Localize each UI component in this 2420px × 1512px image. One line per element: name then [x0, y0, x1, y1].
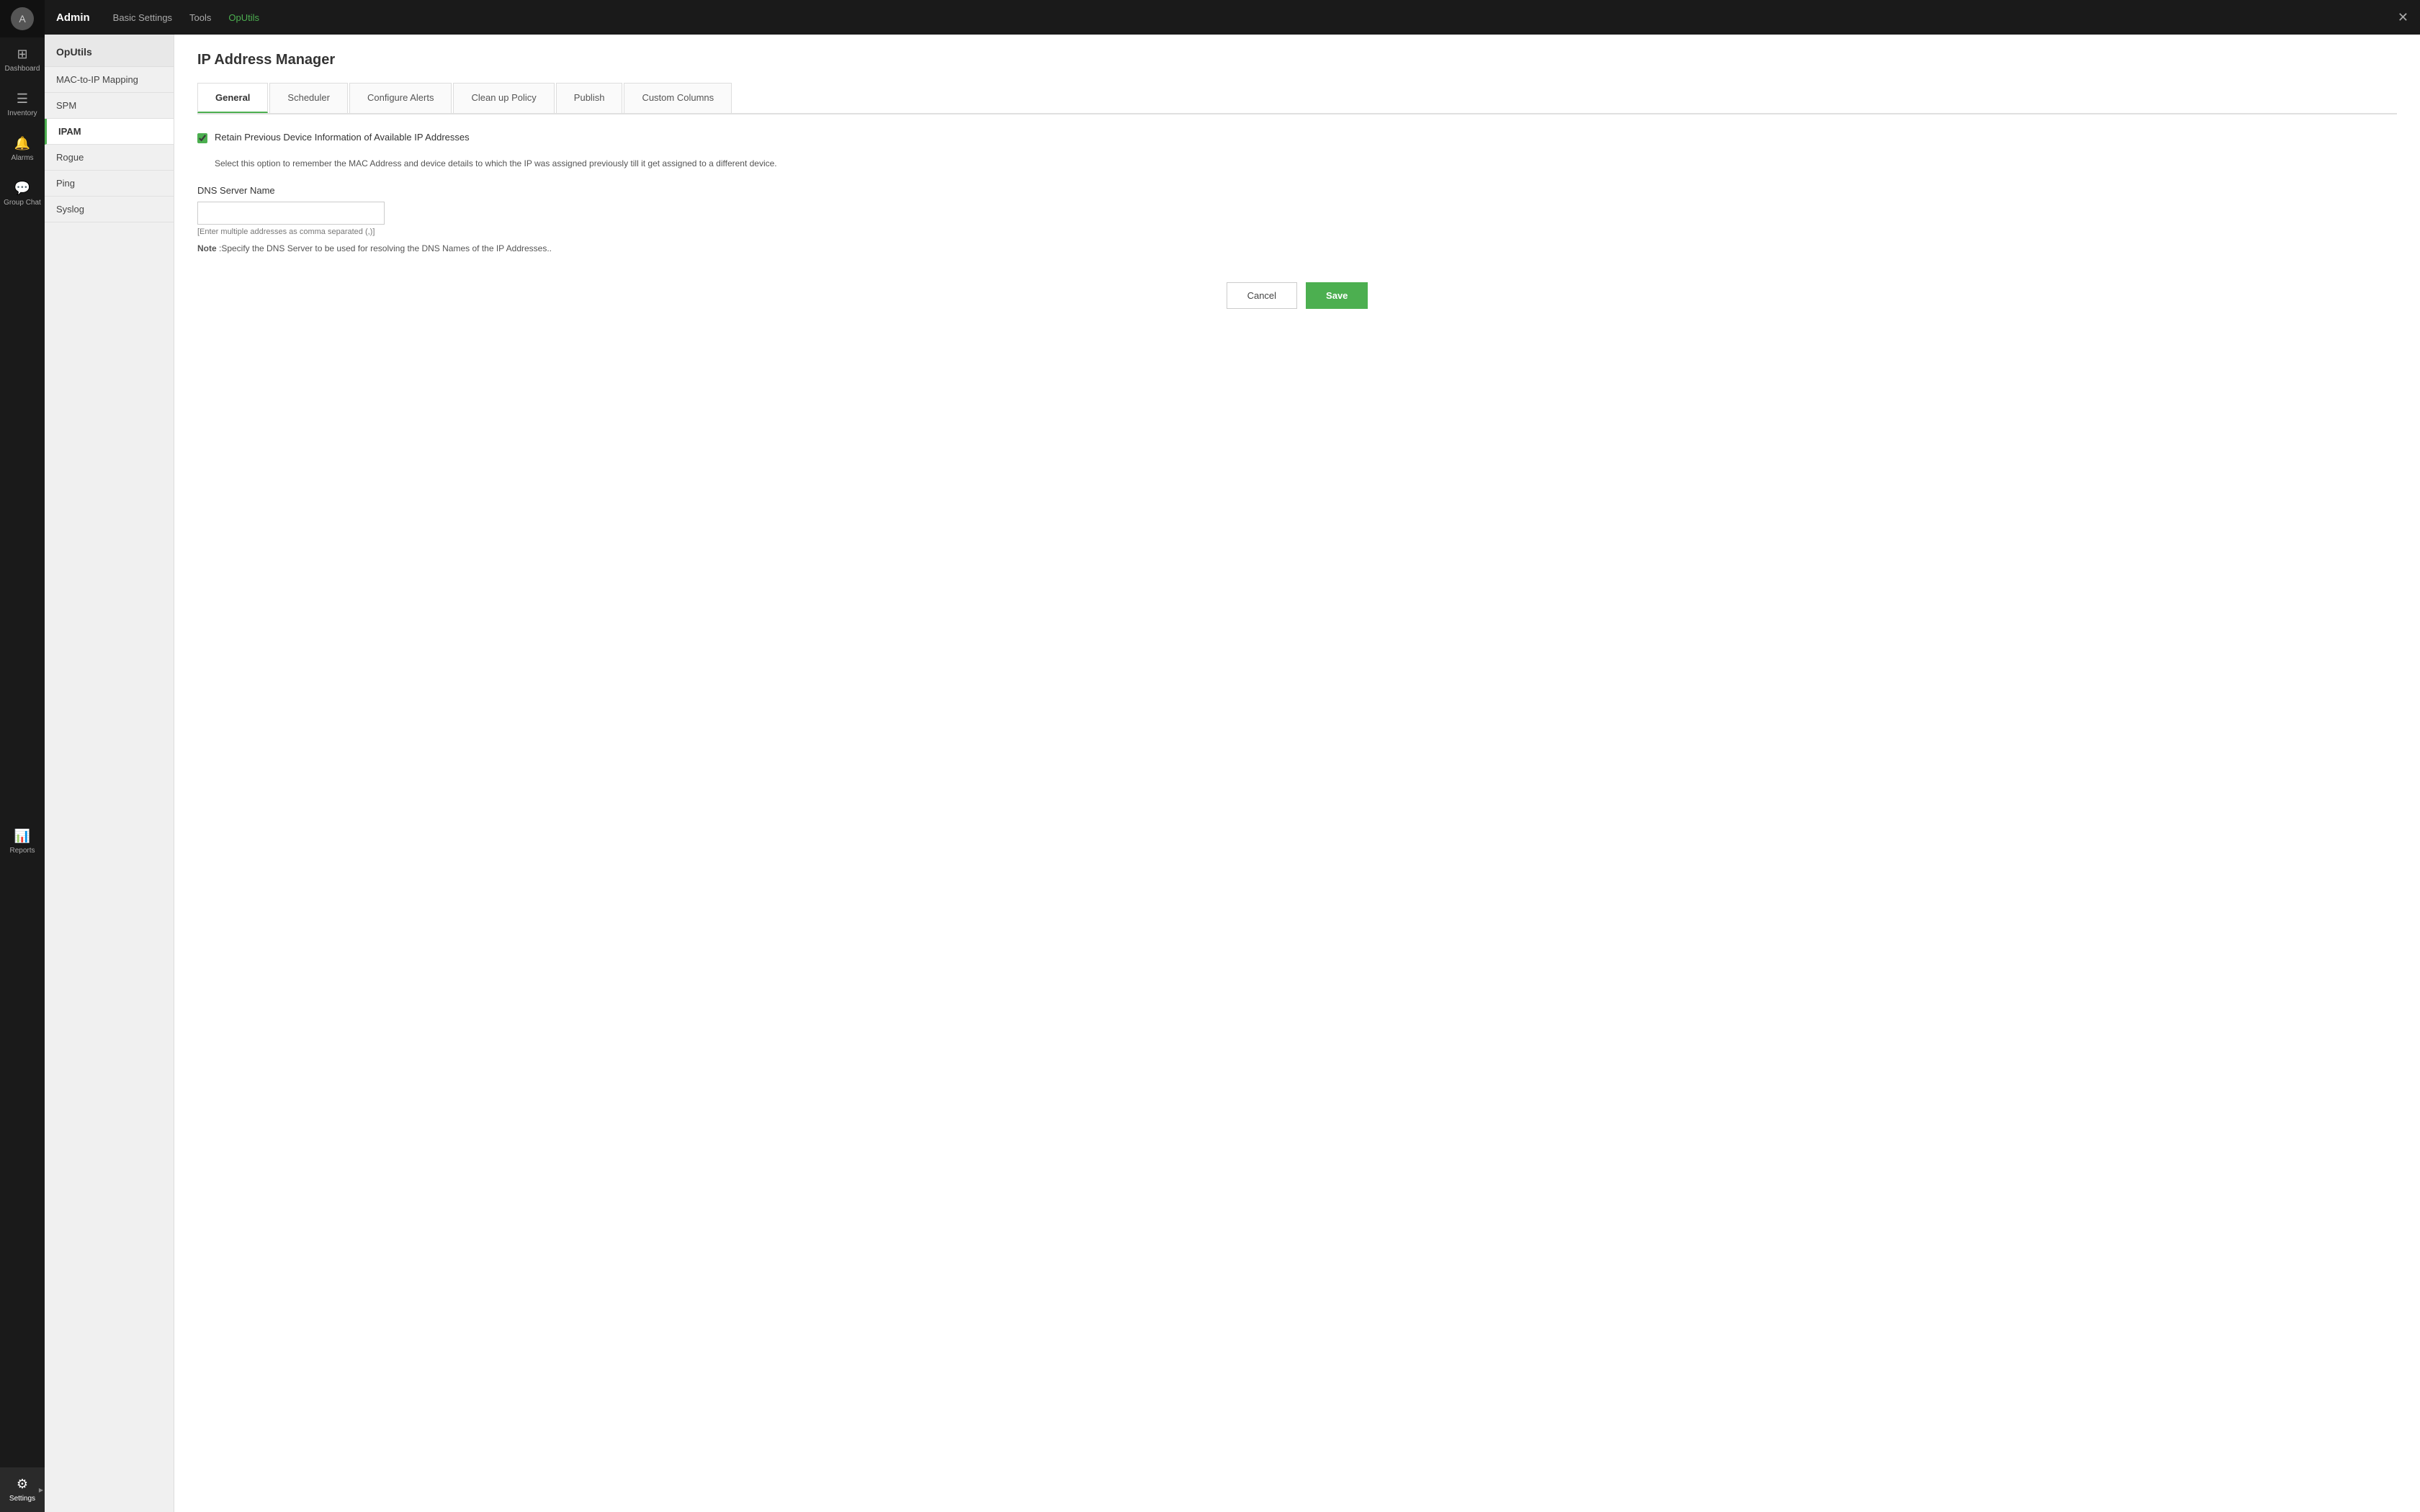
sidebar-item-alarms[interactable]: 🔔 Alarms: [0, 127, 45, 171]
left-navigation: A ⊞ Dashboard ☰ Inventory 🔔 Alarms 💬 Gro…: [0, 0, 45, 1512]
sidebar-item-label: Alarms: [11, 154, 33, 162]
close-icon[interactable]: ✕: [2398, 10, 2408, 25]
header-nav-tools[interactable]: Tools: [189, 9, 211, 26]
alarms-icon: 🔔: [14, 136, 30, 151]
main-area: Admin Basic Settings Tools OpUtils ✕ OpU…: [45, 0, 2420, 1512]
sidebar-menu-spm[interactable]: SPM: [45, 93, 174, 119]
settings-icon: ⚙: [17, 1477, 28, 1492]
main-content: IP Address Manager General Scheduler Con…: [174, 35, 2420, 1512]
tab-general[interactable]: General: [197, 83, 268, 113]
dns-server-hint: [Enter multiple addresses as comma separ…: [197, 228, 2397, 236]
retain-info-checkbox-wrapper: [197, 133, 207, 145]
group-chat-icon: 💬: [14, 181, 30, 196]
tabs-container: General Scheduler Configure Alerts Clean…: [197, 83, 2397, 114]
sidebar-item-settings[interactable]: ⚙ Settings ▶: [0, 1467, 45, 1512]
dns-server-note: Note :Specify the DNS Server to be used …: [197, 243, 2397, 253]
sidebar-item-reports[interactable]: 📊 Reports: [0, 819, 45, 864]
content-wrapper: OpUtils MAC-to-IP Mapping SPM IPAM Rogue…: [45, 35, 2420, 1512]
sidebar-item-inventory[interactable]: ☰ Inventory: [0, 82, 45, 127]
sidebar-item-label: Dashboard: [5, 65, 40, 73]
dns-server-label: DNS Server Name: [197, 185, 2397, 196]
sidebar-menu-ipam[interactable]: IPAM: [45, 119, 174, 145]
expand-arrow-icon: ▶: [39, 1487, 43, 1493]
page-title: IP Address Manager: [197, 52, 2397, 68]
retain-info-label[interactable]: Retain Previous Device Information of Av…: [215, 132, 470, 143]
sidebar-menu-mac-to-ip[interactable]: MAC-to-IP Mapping: [45, 67, 174, 93]
second-sidebar: OpUtils MAC-to-IP Mapping SPM IPAM Rogue…: [45, 35, 174, 1512]
sidebar-item-label: Group Chat: [4, 199, 41, 207]
header-title: Admin: [56, 12, 90, 24]
avatar[interactable]: A: [11, 7, 34, 30]
tab-publish[interactable]: Publish: [556, 83, 623, 113]
sidebar-menu-ping[interactable]: Ping: [45, 171, 174, 197]
sidebar-item-label: Inventory: [7, 109, 37, 117]
cancel-button[interactable]: Cancel: [1227, 282, 1297, 309]
header-nav-oputils[interactable]: OpUtils: [228, 9, 259, 26]
inventory-icon: ☰: [17, 91, 28, 107]
nav-avatar-section: A: [0, 0, 45, 37]
reports-icon: 📊: [14, 829, 30, 844]
second-sidebar-title: OpUtils: [45, 35, 174, 67]
dns-server-input[interactable]: [197, 202, 385, 225]
tab-custom-columns[interactable]: Custom Columns: [624, 83, 732, 113]
tab-clean-up-policy[interactable]: Clean up Policy: [453, 83, 554, 113]
top-header: Admin Basic Settings Tools OpUtils ✕: [45, 0, 2420, 35]
dashboard-icon: ⊞: [17, 47, 27, 62]
sidebar-menu-syslog[interactable]: Syslog: [45, 197, 174, 222]
save-button[interactable]: Save: [1306, 282, 1368, 309]
retain-info-description: Select this option to remember the MAC A…: [215, 157, 2397, 171]
tab-scheduler[interactable]: Scheduler: [269, 83, 348, 113]
sidebar-item-group-chat[interactable]: 💬 Group Chat: [0, 171, 45, 216]
tab-configure-alerts[interactable]: Configure Alerts: [349, 83, 452, 113]
action-buttons: Cancel Save: [197, 282, 2397, 309]
sidebar-item-label: Reports: [9, 847, 35, 855]
sidebar-menu-rogue[interactable]: Rogue: [45, 145, 174, 171]
retain-info-checkbox[interactable]: [197, 133, 207, 143]
header-nav-basic-settings[interactable]: Basic Settings: [113, 9, 172, 26]
sidebar-item-dashboard[interactable]: ⊞ Dashboard: [0, 37, 45, 82]
checkbox-row: Retain Previous Device Information of Av…: [197, 132, 2397, 145]
sidebar-item-label: Settings: [9, 1495, 35, 1503]
